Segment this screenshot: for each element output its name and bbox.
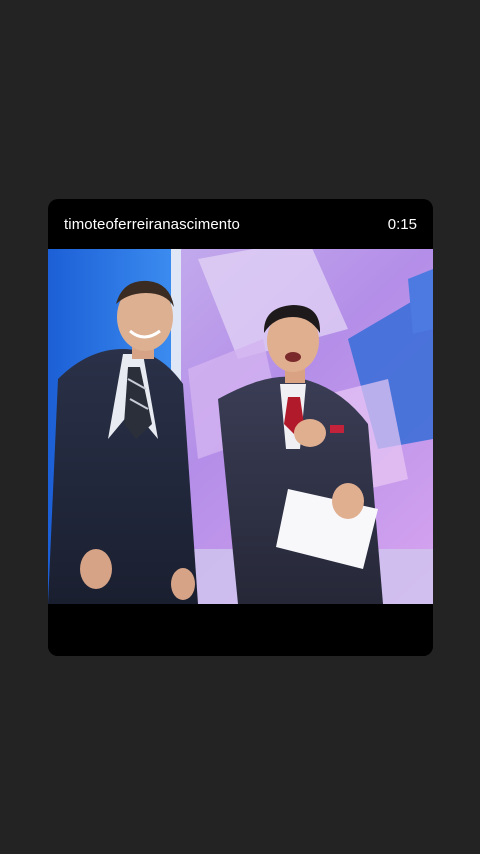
video-timer: 0:15 — [387, 215, 417, 233]
video-frame[interactable] — [48, 249, 433, 604]
post-footer — [48, 604, 433, 656]
username-label[interactable]: timoteoferreiranascimento — [64, 216, 240, 233]
story-screen: timoteoferreiranascimento 0:15 — [0, 0, 480, 854]
post-header: timoteoferreiranascimento 0:15 — [48, 199, 433, 249]
video-scene — [48, 249, 433, 604]
video-post-card[interactable]: timoteoferreiranascimento 0:15 — [48, 199, 433, 656]
